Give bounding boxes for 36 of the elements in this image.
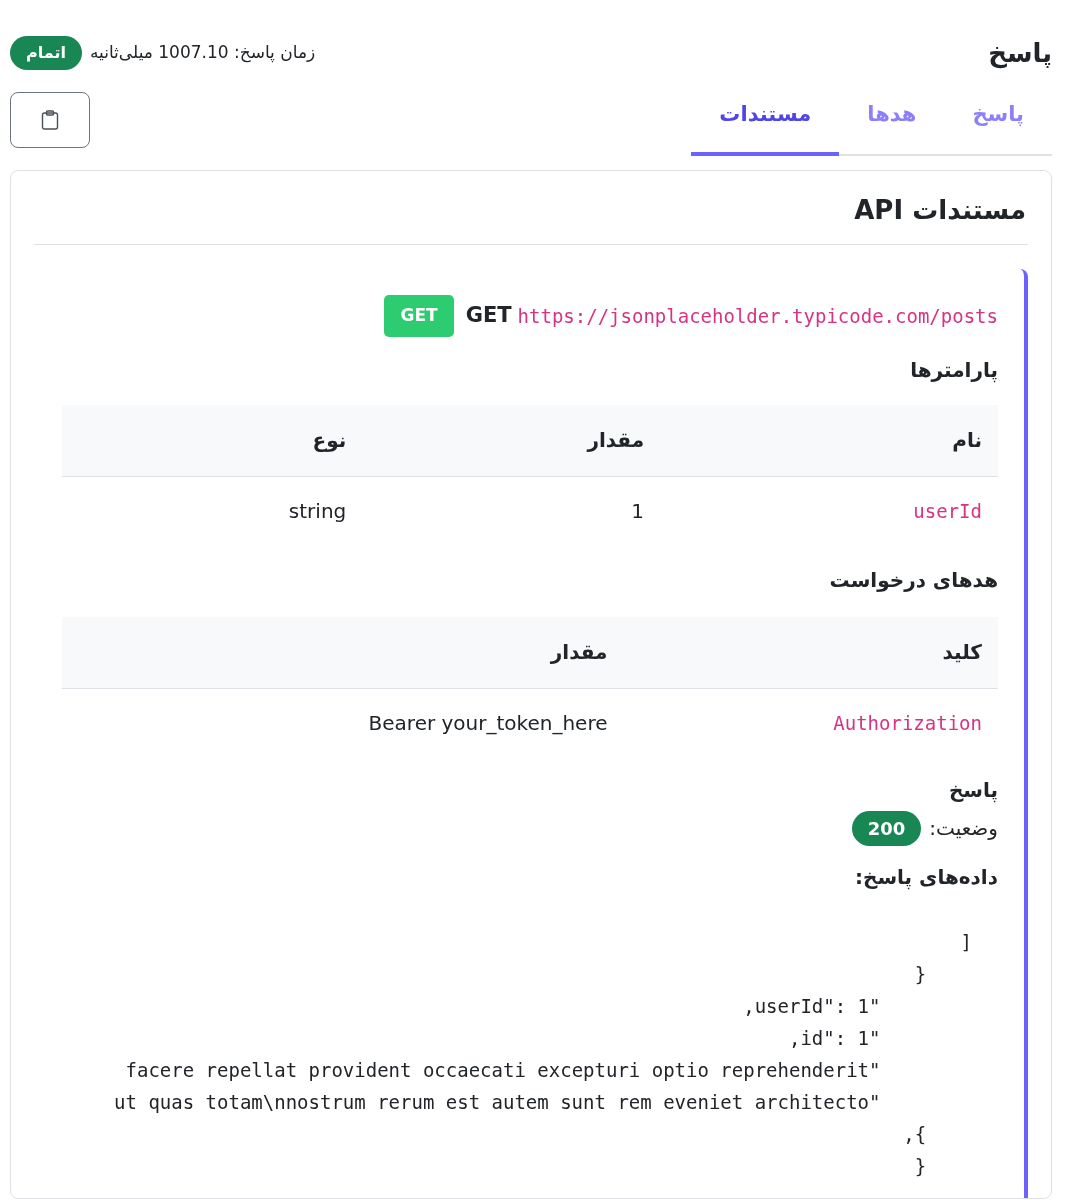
column-header: کلید bbox=[623, 616, 998, 689]
column-header: نام bbox=[660, 404, 998, 477]
section-heading: هدهای درخواست bbox=[828, 566, 998, 594]
code-line: } bbox=[913, 961, 928, 987]
status-code-badge: 200 bbox=[851, 810, 922, 846]
status-badge: اتمام bbox=[10, 36, 82, 70]
code-line: ut quas totam\nnostrum rerum est autem sunt rem eveniet architecto" bbox=[113, 1089, 882, 1115]
table-cell: 1 bbox=[362, 476, 661, 545]
code-line: ,{ bbox=[902, 1121, 928, 1147]
method-label: GET bbox=[465, 302, 512, 329]
tab[interactable]: مستندات bbox=[691, 94, 840, 156]
table-cell: Authorization bbox=[623, 688, 998, 757]
tab[interactable]: پاسخ bbox=[944, 94, 1052, 156]
page-title: پاسخ bbox=[988, 36, 1052, 71]
response-data-label: داده‌های پاسخ: bbox=[854, 863, 998, 892]
card-title: مستندات API bbox=[34, 191, 1028, 245]
response-time: زمان پاسخ: 1007.10 میلی‌ثانیه bbox=[89, 41, 316, 65]
status-label: وضعیت: bbox=[929, 815, 998, 842]
table-cell: Bearer your_token_here bbox=[62, 688, 624, 757]
code-line: facere repellat provident occaecati excepturi optio reprehenderit" bbox=[124, 1057, 882, 1083]
clipboard-icon bbox=[41, 110, 59, 130]
code-line: ,id": 1" bbox=[787, 1025, 882, 1051]
table-cell: userId bbox=[660, 476, 998, 545]
section-heading: پاسخ bbox=[947, 776, 998, 805]
code-line: ] bbox=[959, 929, 972, 955]
endpoint-url: https://jsonplaceholder.typicode.com/posts bbox=[517, 303, 998, 329]
table-cell: string bbox=[62, 476, 363, 545]
column-header: نوع bbox=[62, 404, 363, 477]
code-line: ,userId": 1" bbox=[742, 993, 882, 1019]
tab[interactable]: هدها bbox=[839, 94, 945, 156]
section-heading: پارامترها bbox=[909, 356, 998, 385]
column-header: مقدار bbox=[362, 404, 661, 477]
column-header: مقدار bbox=[62, 616, 624, 689]
copy-button[interactable] bbox=[10, 92, 90, 148]
code-line: } bbox=[913, 1153, 928, 1179]
method-badge: GET bbox=[384, 295, 454, 337]
